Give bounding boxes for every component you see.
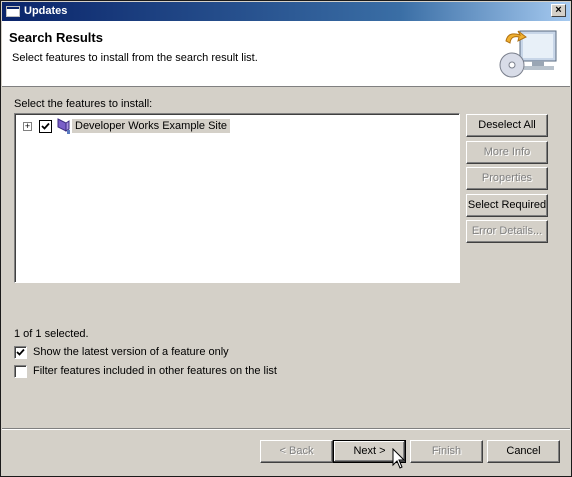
error-details-button[interactable]: Error Details... bbox=[466, 220, 548, 243]
back-button[interactable]: < Back bbox=[260, 440, 333, 463]
feature-label: Developer Works Example Site bbox=[72, 119, 231, 133]
close-icon: × bbox=[555, 4, 562, 16]
update-wizard-icon bbox=[499, 30, 557, 78]
checkmark-icon bbox=[16, 348, 25, 356]
features-label: Select the features to install: bbox=[14, 98, 153, 110]
finish-button[interactable]: Finish bbox=[410, 440, 483, 463]
page-title: Search Results bbox=[9, 30, 103, 45]
cancel-button[interactable]: Cancel bbox=[487, 440, 560, 463]
button-bar-separator bbox=[2, 428, 570, 430]
title-bar[interactable]: Updates × bbox=[2, 2, 570, 21]
site-icon bbox=[57, 118, 70, 134]
window-title: Updates bbox=[24, 5, 68, 17]
expand-icon[interactable]: + bbox=[23, 122, 32, 131]
deselect-all-button[interactable]: Deselect All bbox=[466, 114, 548, 137]
select-required-button[interactable]: Select Required bbox=[466, 194, 548, 217]
filter-included-checkbox[interactable] bbox=[14, 365, 27, 378]
page-description: Select features to install from the sear… bbox=[12, 52, 258, 64]
latest-version-label: Show the latest version of a feature onl… bbox=[33, 346, 229, 358]
selection-status: 1 of 1 selected. bbox=[14, 328, 89, 340]
features-tree[interactable]: + Developer Works Example Site bbox=[14, 113, 460, 283]
feature-checkbox[interactable] bbox=[39, 120, 52, 133]
updates-dialog: Updates × Search Results Select features… bbox=[0, 0, 572, 477]
close-button[interactable]: × bbox=[551, 4, 566, 17]
window-icon bbox=[6, 6, 20, 17]
tree-frame: + Developer Works Example Site bbox=[15, 114, 459, 282]
filter-included-label: Filter features included in other featur… bbox=[33, 365, 277, 377]
checkmark-icon bbox=[41, 122, 50, 130]
wizard-header: Search Results Select features to instal… bbox=[2, 21, 570, 87]
mouse-cursor-icon bbox=[392, 448, 406, 469]
more-info-button[interactable]: More Info bbox=[466, 141, 548, 164]
latest-version-checkbox[interactable] bbox=[14, 346, 27, 359]
properties-button[interactable]: Properties bbox=[466, 167, 548, 190]
